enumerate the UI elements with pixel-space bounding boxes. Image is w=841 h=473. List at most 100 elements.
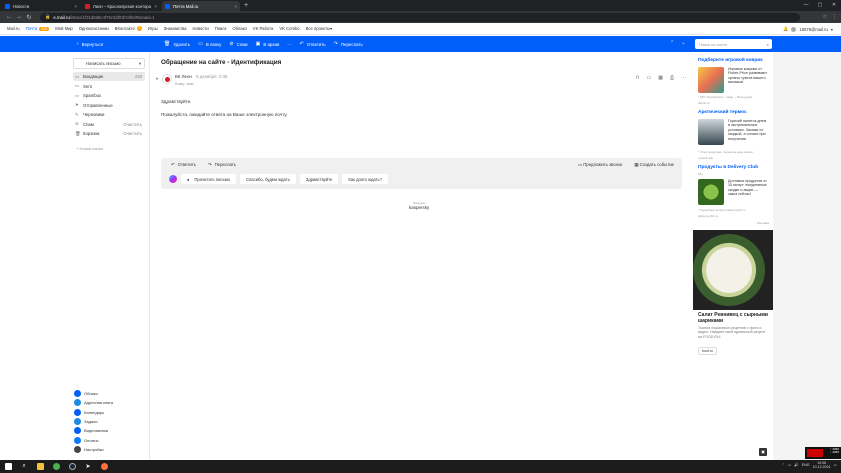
offer-call-button[interactable]: ▭ Предложить звонок: [578, 162, 622, 168]
sidebar-folder[interactable]: ✎ Черновики: [73, 110, 145, 119]
quick-reply-button[interactable]: ↶ Ответить: [171, 162, 196, 168]
sidebar-service[interactable]: Задачи: [74, 417, 97, 426]
sidebar-service[interactable]: Календарь: [74, 408, 104, 417]
salad-title[interactable]: Салат Ревнивец с сырными шариками: [698, 312, 773, 324]
chevron-up-icon[interactable]: ⌃: [782, 463, 785, 467]
compose-button[interactable]: Написать письмо ▾: [73, 58, 145, 69]
new-folder-link[interactable]: + Новая папка: [76, 146, 103, 151]
portal-link-news[interactable]: Новости: [193, 26, 209, 31]
print-icon[interactable]: ⎙: [670, 75, 674, 81]
more-icon[interactable]: ···: [681, 75, 686, 81]
bookmark-icon[interactable]: ⊓: [636, 75, 640, 81]
portal-link-dating[interactable]: Знакомства: [164, 26, 187, 31]
firefox-icon[interactable]: [96, 460, 112, 473]
sidebar-service[interactable]: Облако: [74, 389, 98, 398]
close-icon[interactable]: ×: [235, 4, 237, 9]
quick-forward-button[interactable]: ↷ Переслать: [208, 162, 236, 168]
more-button[interactable]: ···: [287, 42, 291, 47]
new-tab-button[interactable]: +: [244, 1, 248, 11]
chip-read-letter[interactable]: ● Прочитать письмо: [181, 174, 236, 184]
network-icon[interactable]: ▭: [788, 463, 791, 467]
chevron-down-icon[interactable]: ▾: [139, 61, 141, 67]
portal-link-mailru[interactable]: Mail.ru: [7, 26, 20, 31]
sidebar-service[interactable]: Адресная книга: [74, 398, 113, 407]
sidebar-folder[interactable]: ▭ Входящие 226: [73, 72, 145, 81]
search-icon[interactable]: ⌕: [16, 460, 32, 473]
back-button[interactable]: ‹ Вернуться: [77, 41, 103, 47]
browser-tab-news[interactable]: Новости ×: [2, 1, 80, 11]
create-event-button[interactable]: ▦ Создать событие: [634, 162, 674, 168]
forward-arrow-icon[interactable]: →: [14, 14, 24, 20]
close-icon[interactable]: ×: [75, 4, 77, 9]
telegram-icon[interactable]: ➤: [80, 460, 96, 473]
reply-button[interactable]: ↶ Ответить: [300, 41, 326, 47]
portal-link-all-projects[interactable]: Все проекты ▾: [306, 26, 333, 31]
close-icon[interactable]: ×: [155, 4, 157, 9]
url-field[interactable]: 🔒 e.mail.ru /inbox/1f31d0d6c4f76c52f03/?…: [40, 12, 800, 22]
sidebar-service[interactable]: Видеозвонки: [74, 426, 108, 435]
sidebar-folder[interactable]: 🗑 Корзина Очистить: [73, 129, 145, 138]
search-input[interactable]: Поиск по почте ⌕: [695, 39, 772, 49]
archive-button[interactable]: ▣ В архив: [256, 41, 280, 47]
sidebar-folder[interactable]: ▭ Spambox: [73, 91, 145, 100]
close-window-icon[interactable]: ✕: [827, 0, 841, 10]
portal-link-vk[interactable]: ВКонтакте 3: [115, 26, 142, 31]
portal-link-cloud[interactable]: Облако: [232, 26, 246, 31]
folder-icon: ▭: [75, 83, 80, 88]
chip-how-long[interactable]: Как долго ждать?: [342, 174, 389, 184]
sidebar-folder[interactable]: ⊘ Спам Очистить: [73, 120, 145, 129]
portal-link-mail[interactable]: Почта 226: [26, 26, 50, 31]
search-icon[interactable]: ⌕: [767, 42, 769, 47]
portal-link-search[interactable]: Поиск: [215, 26, 227, 31]
chrome-icon[interactable]: [48, 460, 64, 473]
portal-link-vk-combo[interactable]: VK Combo: [279, 26, 299, 31]
reload-icon[interactable]: ↻: [24, 14, 34, 21]
back-arrow-icon[interactable]: ←: [4, 14, 14, 20]
browser-tab-leon[interactable]: Лион – Красноярская контора ×: [82, 1, 160, 11]
ad3-title[interactable]: Продукты в Delivery Club: [698, 165, 758, 170]
ad1[interactable]: Игровые коврики от Fisher-Price развиваю…: [698, 67, 768, 93]
flag-icon[interactable]: ★: [155, 76, 159, 82]
notifications-icon[interactable]: ▭: [834, 463, 837, 467]
feedback-icon[interactable]: ▣: [759, 448, 767, 456]
maximize-icon[interactable]: ▢: [813, 0, 827, 10]
salad-source-button[interactable]: food.ru: [698, 347, 717, 355]
spam-button[interactable]: ⊘ Спам: [229, 41, 247, 47]
ad3[interactable]: Доставка продуктов от 15 минут: ежедневн…: [698, 179, 768, 205]
sender-name[interactable]: БК Леон: [175, 74, 192, 79]
chip-thanks[interactable]: Спасибо, будем ждать: [239, 174, 296, 184]
steam-icon[interactable]: [64, 460, 80, 473]
file-explorer-icon[interactable]: [32, 460, 48, 473]
portal-link-games[interactable]: Игры: [148, 26, 158, 31]
portal-link-my-world[interactable]: Мой Мир: [55, 26, 73, 31]
keyboard-language[interactable]: ENG: [802, 463, 810, 467]
move-to-folder-button[interactable]: ▭ В папку: [198, 41, 221, 47]
chevron-up-icon[interactable]: ⌃: [670, 40, 674, 46]
volume-icon[interactable]: 🔊: [794, 463, 798, 467]
windows-start-icon[interactable]: [0, 460, 16, 473]
chevron-down-icon[interactable]: ⌄: [681, 40, 685, 46]
portal-link-vk-work[interactable]: VK Работа: [253, 26, 274, 31]
menu-icon[interactable]: ⋮: [832, 14, 837, 20]
sender-avatar[interactable]: [162, 74, 172, 84]
user-menu[interactable]: 🔔 16576@mail.ru ▾: [783, 26, 833, 32]
clock[interactable]: 10:06 10.12.2021: [813, 461, 831, 469]
forward-button[interactable]: ↷ Переслать: [334, 41, 363, 47]
star-icon[interactable]: ☆: [823, 14, 827, 20]
delete-button[interactable]: 🗑 Удалить: [164, 41, 190, 47]
sidebar-service[interactable]: Настройки: [74, 445, 104, 454]
minimize-icon[interactable]: —: [799, 0, 813, 10]
sidebar-folder[interactable]: ➤ Отправленные: [73, 101, 145, 110]
sidebar-service[interactable]: Оплаты: [74, 436, 98, 445]
ad1-title[interactable]: Подберите игровой коврик: [698, 58, 763, 63]
calendar-icon[interactable]: ▦: [658, 75, 663, 81]
salad-image[interactable]: [693, 230, 773, 310]
browser-tab-mail[interactable]: Почта Mail.ru ×: [162, 1, 240, 11]
ad2-title[interactable]: Арктический термос: [698, 110, 747, 115]
bell-icon[interactable]: 🔔: [783, 26, 788, 32]
folder-icon[interactable]: ▭: [647, 75, 652, 81]
portal-link-ok[interactable]: Одноклассники: [79, 26, 109, 31]
chip-hello[interactable]: Здравствуйте: [299, 174, 339, 184]
sidebar-folder[interactable]: ▭ Sent: [73, 82, 145, 91]
ad2[interactable]: Горячий напиток днем в экстремальных усл…: [698, 119, 768, 145]
